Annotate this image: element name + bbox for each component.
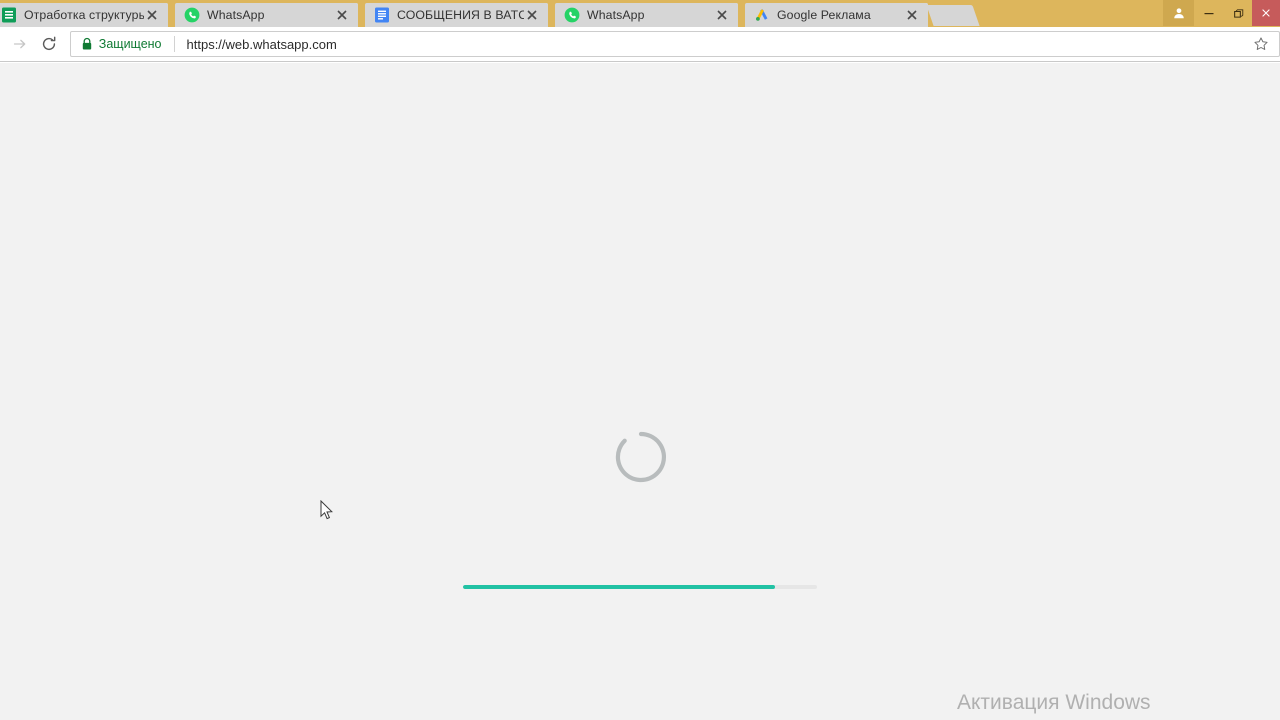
- mouse-pointer: [320, 499, 334, 521]
- loading-progress-fill: [463, 585, 775, 589]
- reload-icon[interactable]: [36, 31, 62, 57]
- windows-activation-watermark: Активация Windows Чтобы активировать Win…: [957, 690, 1277, 720]
- lock-icon: [81, 37, 93, 51]
- browser-title-bar: Отработка структуры по WhatsApp: [0, 0, 1280, 27]
- profile-icon[interactable]: [1163, 0, 1194, 26]
- browser-tab-2-title: WhatsApp: [207, 8, 265, 22]
- restore-button[interactable]: [1223, 0, 1252, 26]
- browser-tab-4-close-icon[interactable]: [714, 7, 730, 23]
- browser-tab-4[interactable]: WhatsApp: [555, 3, 738, 27]
- google-sheets-icon: [1, 7, 17, 23]
- browser-tab-1-close-icon[interactable]: [144, 7, 160, 23]
- browser-tab-1[interactable]: Отработка структуры по: [0, 3, 168, 27]
- close-button[interactable]: [1252, 0, 1280, 26]
- address-bar[interactable]: Защищено https://web.whatsapp.com: [69, 31, 1280, 57]
- browser-tab-4-title: WhatsApp: [587, 8, 645, 22]
- minimize-button[interactable]: [1194, 0, 1223, 26]
- browser-tab-2-close-icon[interactable]: [334, 7, 350, 23]
- browser-tab-5[interactable]: Google Реклама: [745, 3, 928, 27]
- whatsapp-icon: [564, 7, 580, 23]
- browser-tab-5-title: Google Реклама: [777, 8, 871, 22]
- omnibox-divider: [173, 36, 175, 52]
- google-ads-icon: [754, 7, 770, 23]
- watermark-title: Активация Windows: [957, 691, 1151, 714]
- google-docs-icon: [374, 7, 390, 23]
- arrow-forward-icon[interactable]: [7, 31, 33, 57]
- browser-tab-5-close-icon[interactable]: [904, 7, 920, 23]
- whatsapp-icon: [184, 7, 200, 23]
- browser-tab-3-title: СООБЩЕНИЯ В ВАТСАП: [397, 8, 524, 22]
- browser-tab-1-title: Отработка структуры по: [24, 8, 144, 22]
- loading-progress-bar: [463, 585, 817, 589]
- url-text[interactable]: https://web.whatsapp.com: [187, 37, 1249, 52]
- new-tab-button[interactable]: [926, 5, 980, 26]
- loading-spinner: [614, 430, 668, 484]
- window-controls: [1163, 0, 1280, 26]
- page-viewport: Активация Windows Чтобы активировать Win…: [0, 63, 1280, 720]
- browser-tab-3-close-icon[interactable]: [524, 7, 540, 23]
- security-status-label: Защищено: [98, 37, 162, 51]
- tab-strip: Отработка структуры по WhatsApp: [0, 0, 1030, 27]
- browser-tab-3[interactable]: СООБЩЕНИЯ В ВАТСАП: [365, 3, 548, 27]
- star-icon[interactable]: [1249, 32, 1273, 56]
- browser-tab-2[interactable]: WhatsApp: [175, 3, 358, 27]
- browser-toolbar: Защищено https://web.whatsapp.com: [0, 27, 1280, 62]
